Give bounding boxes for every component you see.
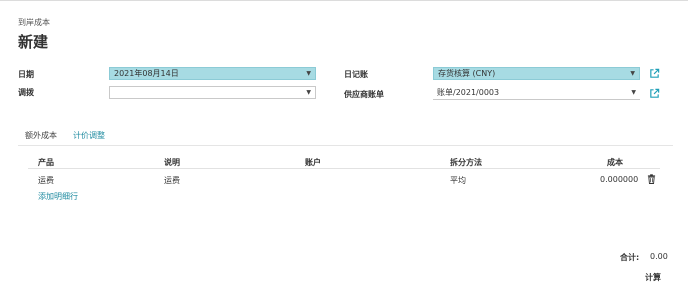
date-label: 日期 [18, 70, 34, 79]
journal-value: 存货核算 (CNY) [438, 69, 496, 78]
vendor-bill-label: 供应商账单 [344, 90, 384, 99]
external-link-icon[interactable] [649, 88, 660, 99]
caret-down-icon: ▼ [306, 70, 311, 77]
table-header-divider [28, 168, 660, 169]
total-label: 合计: [620, 253, 640, 262]
external-link-icon[interactable] [649, 68, 660, 79]
journal-label: 日记账 [344, 70, 368, 79]
cell-cost[interactable]: 0.000000 [600, 175, 638, 184]
transfer-select[interactable]: ▼ [109, 86, 316, 99]
date-value: 2021年08月14日 [114, 69, 179, 78]
add-line-link[interactable]: 添加明细行 [38, 191, 78, 202]
top-divider [0, 0, 688, 1]
column-header-cost[interactable]: 成本 [607, 157, 623, 168]
tab-valuation-adjustments[interactable]: 计价调整 [73, 130, 105, 141]
caret-down-icon: ▼ [630, 70, 635, 77]
vendor-bill-select[interactable]: 账单/2021/0003 ▼ [433, 87, 640, 100]
column-header-product[interactable]: 产品 [38, 157, 54, 168]
compute-button[interactable]: 计算 [645, 272, 661, 283]
cell-split-method[interactable]: 平均 [450, 175, 466, 186]
transfer-label: 调拨 [18, 88, 34, 97]
column-header-split-method[interactable]: 拆分方法 [450, 157, 482, 168]
breadcrumb[interactable]: 到岸成本 [18, 17, 50, 28]
column-header-account[interactable]: 账户 [305, 157, 321, 168]
cell-product[interactable]: 运费 [38, 175, 54, 186]
journal-select[interactable]: 存货核算 (CNY) ▼ [433, 67, 640, 80]
cell-description[interactable]: 运费 [164, 175, 180, 186]
date-field[interactable]: 2021年08月14日 ▼ [109, 67, 316, 80]
vendor-bill-value: 账单/2021/0003 [437, 88, 500, 97]
total-value: 0.00 [650, 252, 668, 261]
caret-down-icon: ▼ [631, 89, 636, 96]
tab-extra-costs[interactable]: 额外成本 [25, 130, 57, 141]
tab-bar: 额外成本 计价调整 [18, 128, 673, 146]
column-header-description[interactable]: 说明 [164, 157, 180, 168]
page-title: 新建 [18, 33, 49, 51]
caret-down-icon: ▼ [306, 89, 311, 96]
trash-icon[interactable] [647, 174, 656, 184]
